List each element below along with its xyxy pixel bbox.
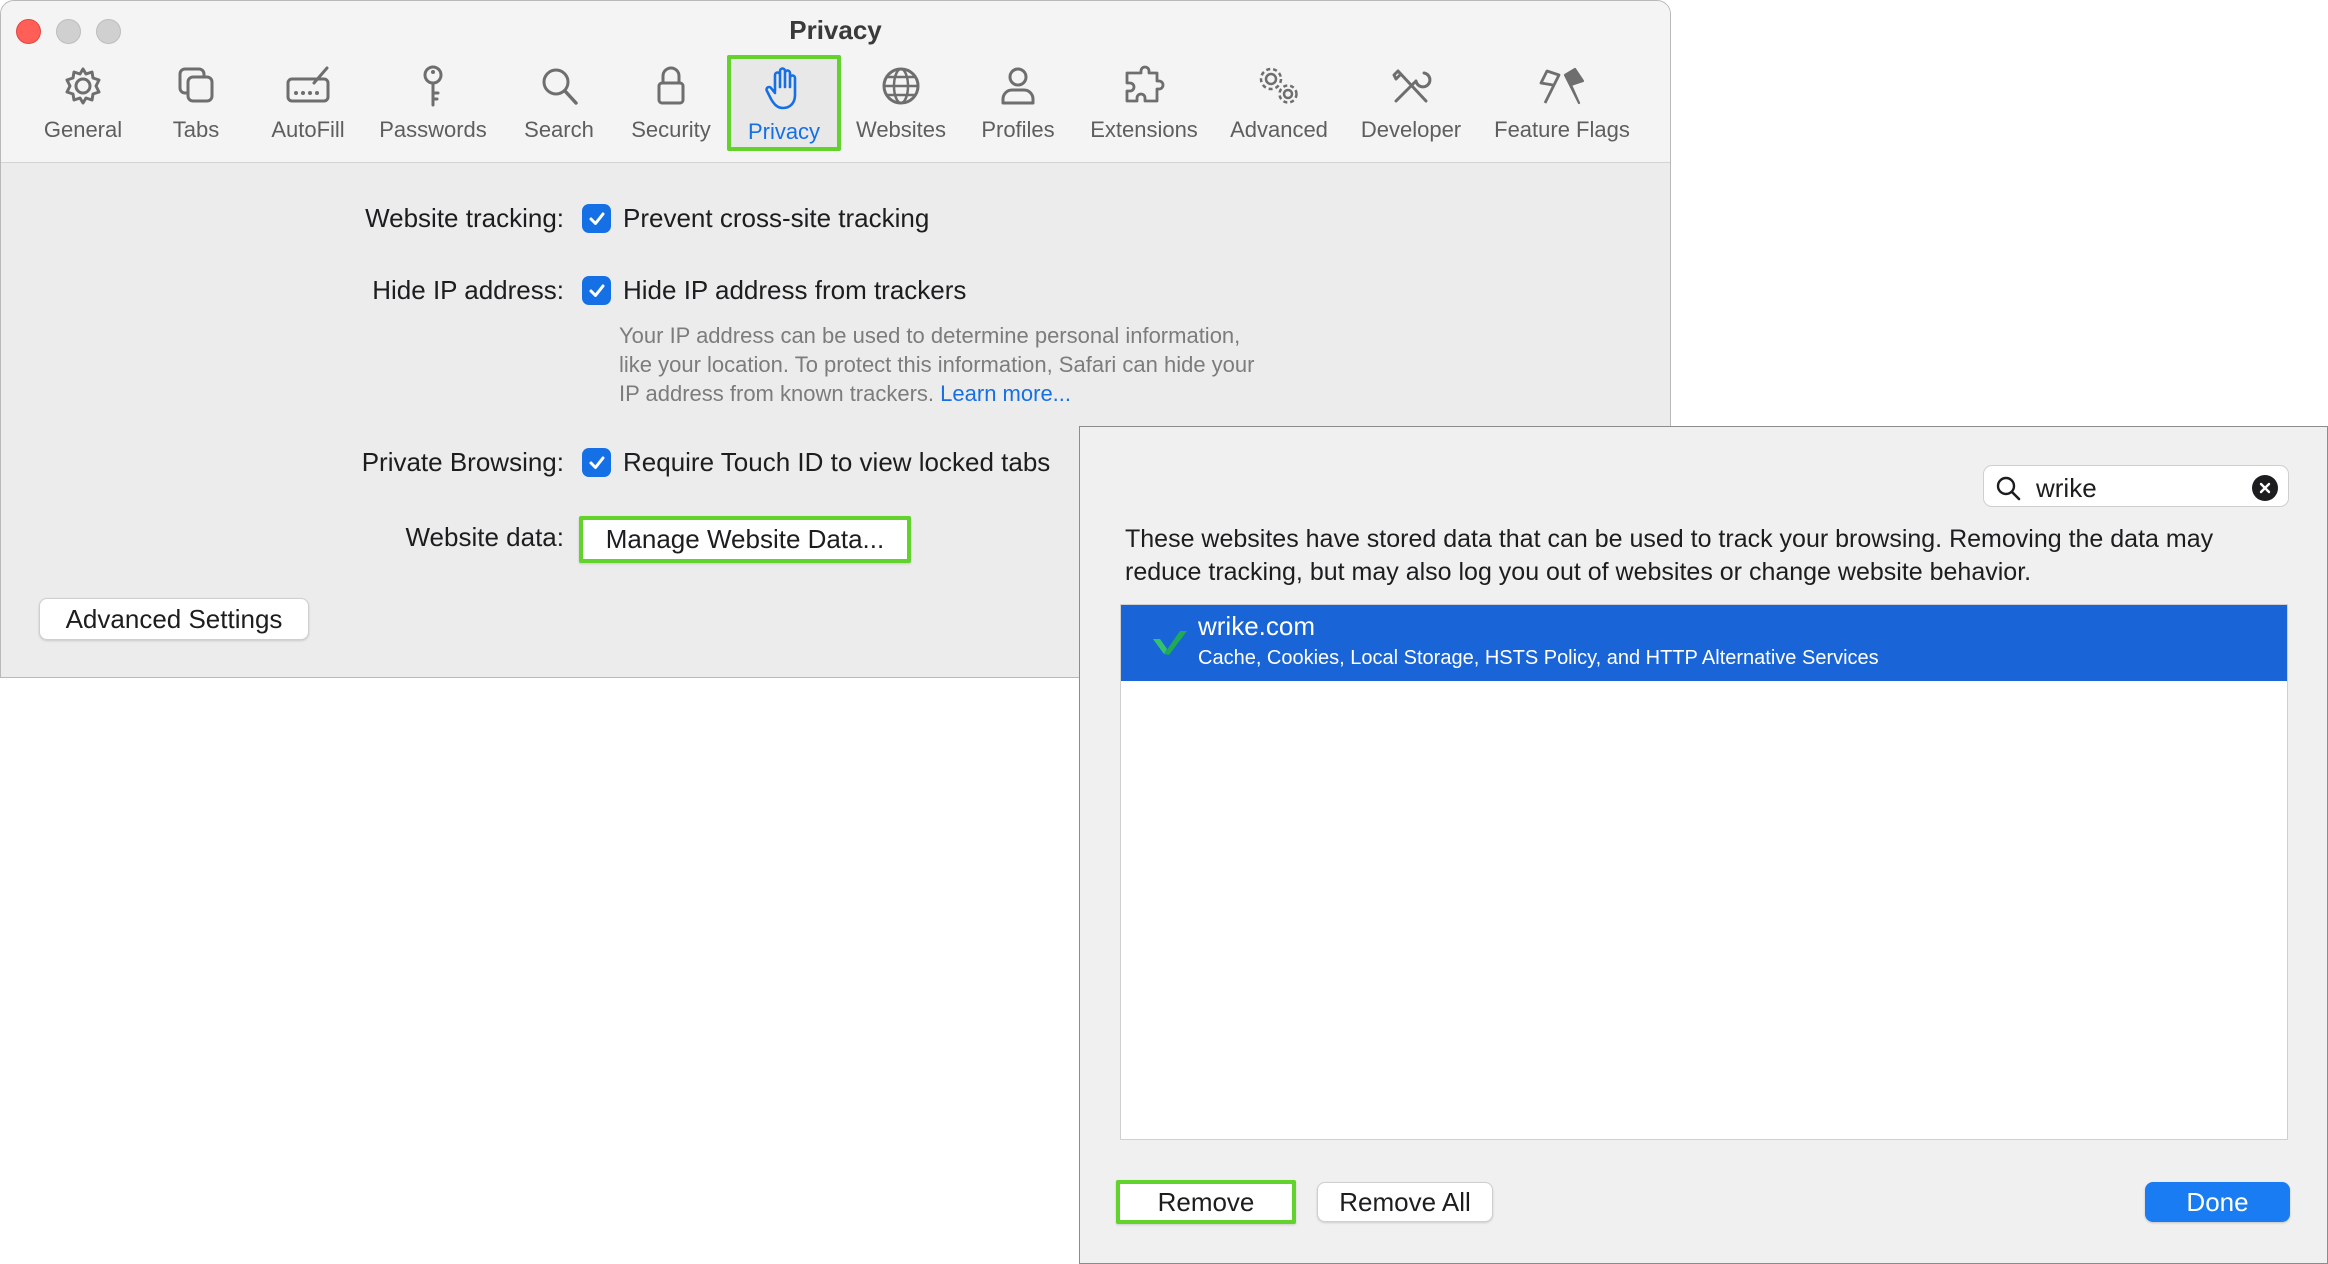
search-icon — [542, 68, 578, 105]
checkmark-icon — [589, 212, 604, 225]
tab-developer[interactable]: Developer — [1353, 57, 1469, 153]
search-input-value[interactable]: wrike — [2036, 473, 2097, 504]
window-title: Privacy — [789, 15, 882, 45]
manage-website-data-button[interactable]: Manage Website Data... — [579, 516, 911, 563]
tab-security-label: Security — [631, 117, 711, 142]
hide-ip-label: Hide IP address: — [372, 275, 564, 305]
tools-icon — [1392, 69, 1432, 103]
autofill-icon — [286, 66, 330, 103]
globe-icon — [882, 67, 920, 105]
tab-tabs[interactable]: Tabs — [159, 57, 233, 153]
wrike-logo-icon — [1153, 631, 1187, 655]
site-domain: wrike.com — [1198, 611, 1316, 641]
tab-passwords-label: Passwords — [379, 117, 487, 142]
gear-icon — [65, 67, 101, 105]
tab-search-label: Search — [524, 117, 594, 142]
list-item[interactable]: wrike.com Cache, Cookies, Local Storage,… — [1121, 605, 2287, 681]
tab-profiles-label: Profiles — [981, 117, 1055, 142]
tab-passwords[interactable]: Passwords — [373, 57, 493, 153]
website-search-field[interactable]: wrike — [1983, 465, 2289, 507]
tab-autofill[interactable]: AutoFill — [265, 57, 351, 153]
tab-websites-label: Websites — [855, 117, 947, 142]
advanced-settings-button[interactable]: Advanced Settings — [39, 598, 309, 640]
require-touch-id-checkbox[interactable] — [582, 448, 611, 477]
checkmark-icon — [589, 456, 604, 469]
tab-profiles[interactable]: Profiles — [973, 57, 1063, 153]
website-tracking-label: Website tracking: — [365, 203, 564, 233]
tab-privacy-label: Privacy — [747, 119, 821, 144]
tabs-icon — [178, 67, 214, 103]
prevent-tracking-checkbox[interactable] — [582, 204, 611, 233]
prevent-tracking-text[interactable]: Prevent cross-site tracking — [623, 203, 929, 234]
clear-search-icon[interactable] — [2252, 475, 2278, 501]
search-icon — [1996, 476, 2021, 501]
website-data-label: Website data: — [405, 522, 564, 552]
require-touch-id-text[interactable]: Require Touch ID to view locked tabs — [623, 447, 1050, 478]
hide-ip-description-line2: like your location. To protect this info… — [619, 352, 1255, 377]
tab-feature-flags-label: Feature Flags — [1494, 117, 1630, 142]
tab-search[interactable]: Search — [517, 57, 601, 153]
learn-more-link[interactable]: Learn more... — [940, 381, 1071, 406]
manage-website-data-sheet: wrike These websites have stored data th… — [1079, 426, 2328, 1264]
lock-icon — [657, 66, 685, 105]
gears-icon — [1259, 67, 1298, 104]
site-data-types: Cache, Cookies, Local Storage, HSTS Poli… — [1198, 647, 1879, 669]
remove-all-button[interactable]: Remove All — [1317, 1182, 1493, 1222]
tab-general-label: General — [43, 117, 123, 142]
checkmark-icon — [589, 284, 604, 297]
remove-button[interactable]: Remove — [1116, 1180, 1296, 1224]
tab-privacy[interactable]: Privacy — [727, 55, 841, 151]
website-data-list[interactable]: wrike.com Cache, Cookies, Local Storage,… — [1120, 604, 2288, 1140]
flags-icon — [1539, 67, 1585, 105]
tab-extensions[interactable]: Extensions — [1087, 57, 1201, 153]
tab-general[interactable]: General — [38, 57, 128, 153]
hide-ip-description-line3: IP address from known trackers. — [619, 381, 935, 406]
tab-extensions-label: Extensions — [1090, 117, 1198, 142]
hide-ip-checkbox[interactable] — [582, 276, 611, 305]
done-button[interactable]: Done — [2145, 1182, 2290, 1222]
hand-icon — [765, 67, 797, 110]
tab-autofill-label: AutoFill — [271, 117, 345, 142]
tab-tabs-label: Tabs — [172, 117, 220, 142]
tab-security[interactable]: Security — [625, 57, 717, 153]
tab-websites[interactable]: Websites — [851, 57, 951, 153]
tab-feature-flags[interactable]: Feature Flags — [1487, 57, 1637, 153]
titlebar: Privacy General Tabs AutoFill Passwords … — [1, 1, 1670, 163]
person-icon — [1001, 67, 1035, 105]
hide-ip-text[interactable]: Hide IP address from trackers — [623, 275, 966, 306]
sheet-explanation: These websites have stored data that can… — [1125, 525, 2214, 586]
tab-advanced[interactable]: Advanced — [1223, 57, 1335, 153]
private-browsing-label: Private Browsing: — [361, 447, 564, 477]
key-icon — [423, 65, 443, 107]
tab-advanced-label: Advanced — [1230, 117, 1328, 142]
tab-developer-label: Developer — [1360, 117, 1462, 142]
settings-toolbar: General Tabs AutoFill Passwords Search S… — [1, 55, 1670, 153]
hide-ip-description-line1: Your IP address can be used to determine… — [619, 323, 1241, 348]
hide-ip-description: Your IP address can be used to determine… — [619, 321, 1339, 408]
puzzle-icon — [1125, 65, 1165, 103]
